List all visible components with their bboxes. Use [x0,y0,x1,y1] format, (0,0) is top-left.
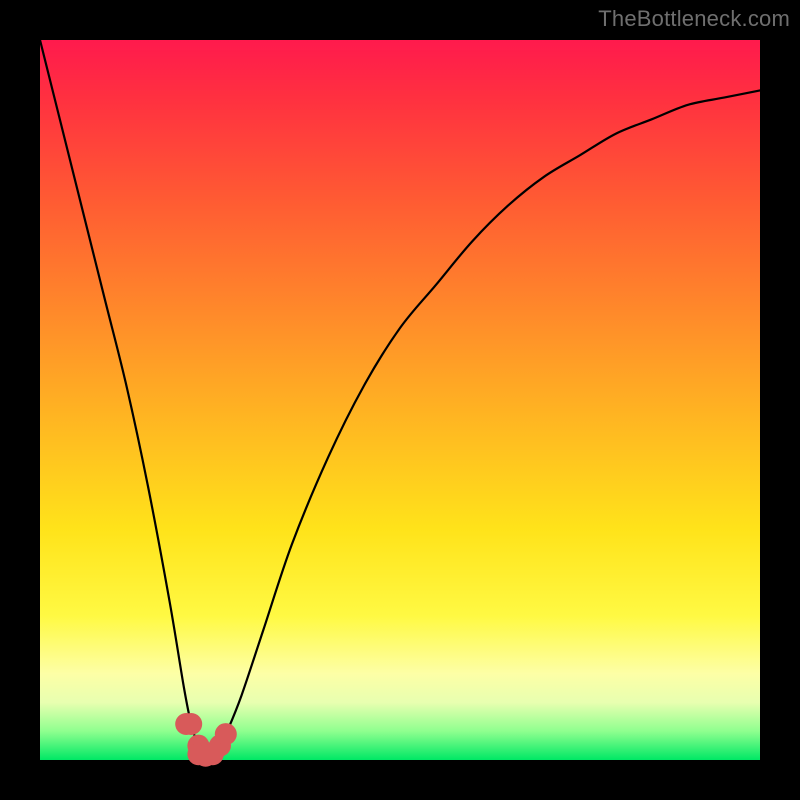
optimum-dot [202,743,224,765]
bottleneck-curve-path [40,40,760,754]
watermark-text: TheBottleneck.com [598,6,790,32]
chart-frame: TheBottleneck.com [0,0,800,800]
optimum-dot [180,713,202,735]
curve-svg [40,40,760,760]
optimum-dot [215,723,237,745]
optimum-marker [175,713,237,767]
plot-area [40,40,760,760]
